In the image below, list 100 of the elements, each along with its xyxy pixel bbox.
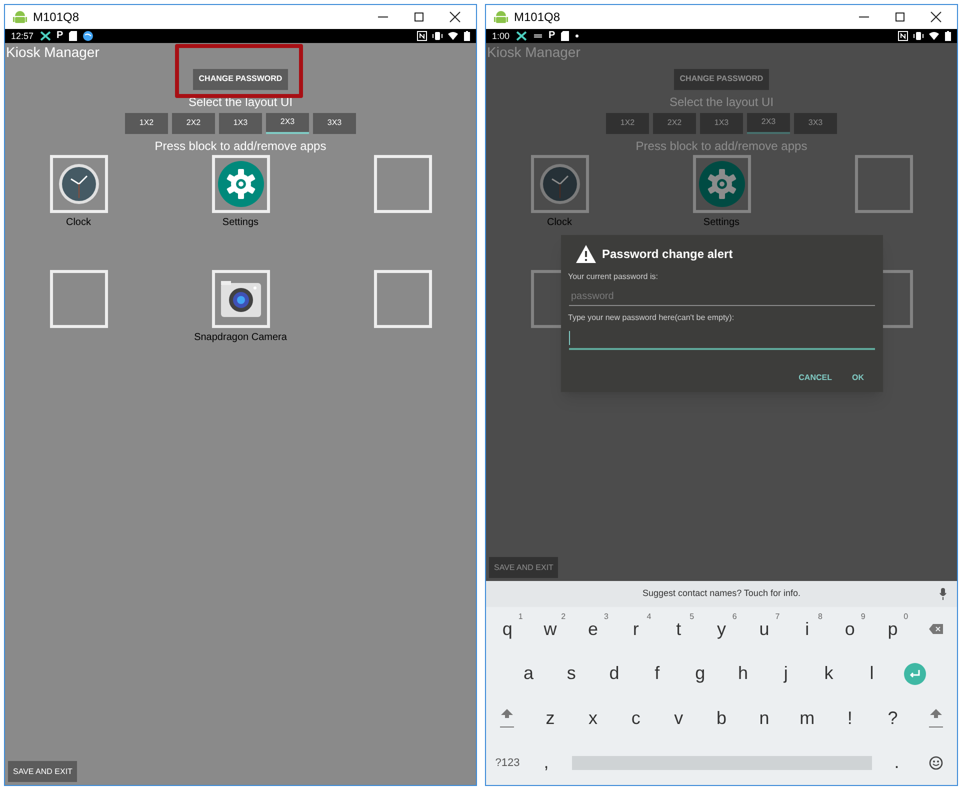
emoji-icon — [928, 756, 942, 770]
dot-icon — [575, 34, 580, 38]
battery-icon — [464, 31, 470, 41]
backspace-icon — [928, 624, 943, 634]
key[interactable]: t 5 — [657, 609, 700, 650]
key[interactable]: n — [742, 698, 786, 738]
sd-card-icon — [561, 31, 570, 41]
camera-icon — [218, 278, 262, 318]
window-title: M101Q8 — [514, 9, 560, 26]
field-label: Type your new password here(can't be empty): — [568, 312, 736, 324]
key[interactable]: ? — [871, 698, 914, 738]
key[interactable]: d — [592, 654, 636, 694]
tools-icon — [516, 31, 527, 41]
app-title: Kiosk Manager — [5, 43, 100, 61]
key[interactable]: p 0 — [871, 609, 914, 650]
symbols-key[interactable]: ?123 — [486, 742, 529, 783]
android-icon — [494, 10, 508, 24]
key[interactable]: y 6 — [700, 609, 743, 650]
layout-button[interactable]: 2X2 — [172, 112, 215, 134]
dialog-button[interactable]: OK — [852, 372, 864, 384]
key[interactable]: o 9 — [828, 609, 872, 650]
key[interactable]: g — [678, 654, 722, 694]
dialog-title: Password change alert — [602, 246, 733, 263]
key[interactable]: l — [850, 654, 894, 694]
key-hint: 0 — [904, 611, 908, 624]
app-label: Settings — [703, 216, 740, 230]
shift-icon — [928, 707, 943, 730]
window-title: M101Q8 — [33, 9, 80, 26]
wifi-icon — [929, 31, 940, 41]
key-hint: 5 — [690, 611, 694, 624]
key[interactable]: k — [807, 654, 850, 694]
save-and-exit-button[interactable]: SAVE AND EXIT — [489, 557, 558, 578]
layout-button[interactable]: 2X3 — [266, 112, 309, 134]
layout-button[interactable]: 1X3 — [219, 112, 262, 134]
layout-button[interactable]: 3X3 — [794, 112, 837, 134]
sd-card-icon — [69, 31, 78, 41]
key-hint: 1 — [518, 611, 523, 624]
vibrate-icon — [913, 31, 924, 41]
layout-button[interactable]: 2X2 — [653, 112, 696, 134]
key[interactable]: s — [550, 654, 593, 694]
key-hint: 8 — [818, 611, 822, 624]
tools-icon — [40, 31, 51, 41]
key[interactable]: , — [529, 742, 564, 783]
battery-icon — [945, 31, 951, 41]
clock-icon — [538, 162, 582, 206]
status-time: 1:00 — [492, 32, 510, 40]
layout-button[interactable]: 1X2 — [606, 112, 649, 134]
key[interactable]: u 7 — [742, 609, 786, 650]
layout-button[interactable]: 3X3 — [313, 112, 356, 134]
key[interactable]: v — [657, 698, 700, 738]
layout-button[interactable]: 2X3 — [747, 112, 790, 134]
key[interactable]: b — [700, 698, 743, 738]
app-block[interactable] — [50, 154, 108, 212]
app-label: Snapdragon Camera — [194, 330, 287, 344]
field-label: Your current password is: — [568, 271, 659, 283]
nfc-icon — [417, 31, 427, 41]
app-block[interactable] — [530, 154, 588, 212]
change-password-button[interactable]: CHANGE PASSWORD — [192, 68, 288, 90]
status-icon: P — [56, 31, 64, 41]
key[interactable]: j — [764, 654, 808, 694]
key-hint: 7 — [775, 611, 780, 624]
clock-icon — [56, 162, 100, 206]
key[interactable]: h — [722, 654, 764, 694]
key[interactable]: ! — [828, 698, 872, 738]
status-icon: P — [548, 31, 556, 41]
warning-icon — [576, 245, 596, 263]
key[interactable]: r 4 — [614, 609, 658, 650]
key[interactable]: i 8 — [786, 609, 828, 650]
key-hint: 2 — [561, 611, 566, 624]
key[interactable]: c — [614, 698, 658, 738]
current-password-field[interactable]: password — [569, 289, 875, 306]
app-label: Settings — [222, 216, 259, 230]
layout-prompt: Select the layout UI — [188, 94, 293, 108]
key[interactable]: q 1 — [486, 609, 529, 650]
suggestion-text[interactable]: Suggest contact names? Touch for info. — [642, 587, 800, 601]
app-label: Clock — [66, 216, 91, 230]
microphone-icon[interactable] — [939, 588, 947, 600]
key[interactable]: w 2 — [528, 609, 572, 650]
key[interactable]: e 3 — [572, 609, 614, 650]
key-hint: 4 — [646, 611, 652, 624]
key[interactable]: x — [572, 698, 614, 738]
change-password-button[interactable]: CHANGE PASSWORD — [674, 68, 770, 90]
new-password-field[interactable] — [569, 328, 875, 350]
key[interactable]: m — [786, 698, 828, 738]
wifi-icon — [448, 31, 459, 41]
layout-button[interactable]: 1X2 — [125, 112, 168, 134]
key[interactable]: z — [528, 698, 572, 738]
dialog-button[interactable]: CANCEL — [798, 372, 832, 384]
blocks-prompt: Press block to add/remove apps — [636, 138, 808, 152]
blocks-prompt: Press block to add/remove apps — [154, 138, 326, 152]
key-hint: 6 — [732, 611, 737, 624]
key[interactable]: . — [880, 742, 914, 783]
layout-prompt: Select the layout UI — [669, 94, 774, 108]
layout-button[interactable]: 1X3 — [700, 112, 743, 134]
app-block[interactable] — [212, 154, 270, 212]
vibrate-icon — [432, 31, 443, 41]
key[interactable]: f — [636, 654, 679, 694]
key[interactable]: a — [507, 654, 550, 694]
app-block[interactable] — [212, 270, 270, 328]
save-and-exit-button[interactable]: SAVE AND EXIT — [8, 761, 78, 782]
